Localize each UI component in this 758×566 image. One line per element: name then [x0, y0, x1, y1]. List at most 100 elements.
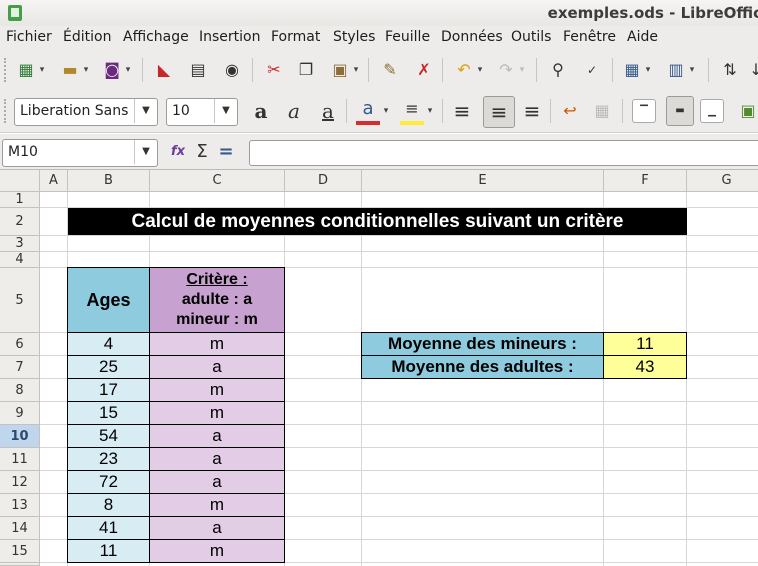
age-cell[interactable]: 25	[67, 355, 150, 379]
paste-icon[interactable]: ▣	[328, 58, 352, 82]
criteria-cell[interactable]: a	[149, 470, 285, 494]
column-header-b[interactable]: B	[68, 170, 150, 192]
clear-formatting-icon[interactable]: ✗	[412, 58, 436, 82]
toolbar-grip[interactable]	[4, 99, 9, 123]
criteria-header-cell[interactable]: Critère : adulte : a mineur : m	[149, 267, 285, 333]
find-replace-icon[interactable]: ⚲	[546, 58, 570, 82]
criteria-cell[interactable]: m	[149, 539, 285, 563]
menu-format[interactable]: Format	[271, 29, 320, 45]
save-icon[interactable]: ◙	[100, 58, 124, 82]
sum-icon[interactable]: Σ	[190, 140, 214, 164]
sort-ascending-icon[interactable]: ↓	[744, 58, 758, 82]
criteria-cell[interactable]: a	[149, 424, 285, 448]
font-size-combo[interactable]: 10 ▼	[166, 98, 238, 126]
age-cell[interactable]: 41	[67, 516, 150, 540]
age-cell[interactable]: 11	[67, 539, 150, 563]
menu-outils[interactable]: Outils	[511, 29, 551, 45]
column-icon[interactable]: ▥	[664, 58, 688, 82]
menu-styles[interactable]: Styles	[333, 29, 375, 45]
criteria-cell[interactable]: m	[149, 401, 285, 425]
highlight-color-icon[interactable]: ≡	[400, 99, 424, 125]
toolbar-grip[interactable]	[4, 58, 9, 82]
align-top-icon[interactable]: ▔	[632, 99, 656, 123]
summary-value-adults[interactable]: 43	[603, 355, 687, 379]
sort-icon[interactable]: ⇅	[718, 58, 742, 82]
cut-icon[interactable]: ✂	[262, 58, 286, 82]
summary-value-minors[interactable]: 11	[603, 332, 687, 356]
font-name-combo[interactable]: Liberation Sans ▼	[14, 98, 158, 126]
menu-aide[interactable]: Aide	[627, 29, 658, 45]
row-header[interactable]: 7	[0, 356, 40, 379]
save-dropdown-icon[interactable]: ▾	[124, 58, 132, 82]
formula-input[interactable]	[249, 140, 758, 166]
row-header[interactable]: 6	[0, 333, 40, 356]
wrap-text-icon[interactable]: ↩	[558, 99, 582, 123]
row-header-selected[interactable]: 10	[0, 425, 40, 448]
menu-affichage[interactable]: Affichage	[123, 29, 189, 45]
column-header-a[interactable]: A	[40, 170, 68, 192]
new-document-icon[interactable]: ▦	[14, 58, 38, 82]
undo-icon[interactable]: ↶	[452, 58, 476, 82]
column-header-c[interactable]: C	[150, 170, 285, 192]
criteria-cell[interactable]: m	[149, 378, 285, 402]
new-dropdown-icon[interactable]: ▾	[38, 58, 46, 82]
row-dropdown-icon[interactable]: ▾	[644, 58, 652, 82]
clone-formatting-icon[interactable]: ✎	[378, 58, 402, 82]
align-right-icon[interactable]: ≡	[520, 99, 544, 123]
menu-insertion[interactable]: Insertion	[199, 29, 260, 45]
menu-feuille[interactable]: Feuille	[385, 29, 430, 45]
highlight-dropdown-icon[interactable]: ▾	[426, 99, 434, 123]
align-center-icon[interactable]: ≡	[483, 96, 515, 128]
font-color-dropdown-icon[interactable]: ▾	[382, 99, 390, 123]
underline-icon[interactable]: a	[316, 99, 340, 123]
chevron-down-icon[interactable]: ▼	[134, 140, 157, 164]
column-header-e[interactable]: E	[362, 170, 604, 192]
column-dropdown-icon[interactable]: ▾	[688, 58, 696, 82]
column-header-f[interactable]: F	[604, 170, 687, 192]
merge-cells-icon[interactable]: ▦	[590, 99, 614, 123]
sheet-title-cell[interactable]: Calcul de moyennes conditionnelles suiva…	[68, 208, 687, 235]
summary-label-minors[interactable]: Moyenne des mineurs :	[361, 332, 604, 356]
column-header-d[interactable]: D	[285, 170, 362, 192]
menu-fichier[interactable]: Fichier	[6, 29, 52, 45]
age-cell[interactable]: 17	[67, 378, 150, 402]
select-all-corner[interactable]	[0, 170, 40, 192]
italic-icon[interactable]: a	[282, 99, 306, 123]
criteria-cell[interactable]: m	[149, 493, 285, 517]
row-header[interactable]: 1	[0, 192, 40, 208]
spelling-icon[interactable]: ✓	[580, 58, 604, 82]
spreadsheet-grid[interactable]: A B C D E F G 1 2 3 4 5 6 7 8 9 10 11 12…	[0, 170, 758, 566]
row-header[interactable]: 4	[0, 252, 40, 268]
summary-label-adults[interactable]: Moyenne des adultes :	[361, 355, 604, 379]
row-header[interactable]: 14	[0, 517, 40, 540]
age-cell[interactable]: 4	[67, 332, 150, 356]
row-header[interactable]: 2	[0, 208, 40, 236]
chevron-down-icon[interactable]: ▼	[214, 99, 237, 123]
age-cell[interactable]: 72	[67, 470, 150, 494]
row-header[interactable]: 9	[0, 402, 40, 425]
currency-format-icon[interactable]: ▣	[736, 99, 758, 123]
criteria-cell[interactable]: a	[149, 355, 285, 379]
menu-fenetre[interactable]: Fenêtre	[563, 29, 616, 45]
row-header[interactable]: 11	[0, 448, 40, 471]
redo-icon[interactable]: ↷	[494, 58, 518, 82]
row-header[interactable]: 8	[0, 379, 40, 402]
row-header[interactable]: 3	[0, 236, 40, 252]
ages-header-cell[interactable]: Ages	[67, 267, 150, 333]
align-bottom-icon[interactable]: ▁	[700, 99, 724, 123]
redo-dropdown-icon[interactable]: ▾	[518, 58, 526, 82]
paste-dropdown-icon[interactable]: ▾	[352, 58, 360, 82]
print-icon[interactable]: ▤	[186, 58, 210, 82]
row-header[interactable]: 5	[0, 268, 40, 333]
menu-donnees[interactable]: Données	[441, 29, 503, 45]
row-icon[interactable]: ▦	[620, 58, 644, 82]
bold-icon[interactable]: a	[249, 99, 273, 123]
print-preview-icon[interactable]: ◉	[220, 58, 244, 82]
criteria-cell[interactable]: m	[149, 332, 285, 356]
column-header-g[interactable]: G	[687, 170, 758, 192]
criteria-cell[interactable]: a	[149, 447, 285, 471]
copy-icon[interactable]: ❐	[294, 58, 318, 82]
age-cell[interactable]: 23	[67, 447, 150, 471]
align-middle-icon[interactable]: ▬	[666, 96, 694, 126]
row-header[interactable]: 15	[0, 540, 40, 563]
